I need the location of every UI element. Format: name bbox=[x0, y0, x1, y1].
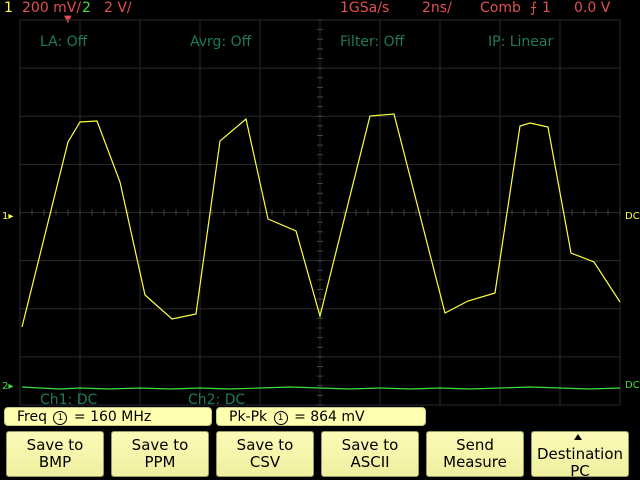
ch1-scale[interactable]: 200 mV/ bbox=[22, 0, 81, 17]
ch2-ground-label: 2 bbox=[2, 381, 9, 392]
ch1-number: 1 bbox=[4, 0, 13, 16]
ch2-scale[interactable]: 2 V/ bbox=[104, 0, 132, 17]
ch2-trace bbox=[21, 386, 621, 390]
softkey-line2: PC bbox=[570, 461, 590, 480]
ch1-coupling: Ch1: DC bbox=[40, 392, 98, 408]
ch2-right-label: DC bbox=[625, 380, 640, 391]
pkpk-measurement[interactable]: Pk-Pk 1 = 864 mV bbox=[216, 407, 426, 426]
timebase[interactable]: 2ns/ bbox=[422, 0, 452, 17]
ch1-right-label: DC bbox=[625, 211, 640, 222]
save-csv-button[interactable]: Save to CSV bbox=[216, 431, 314, 477]
waveform-display[interactable]: LA: Off Avrg: Off Filter: Off IP: Linear… bbox=[0, 17, 640, 408]
ch1-ground-label: 1 bbox=[2, 211, 9, 222]
up-triangle-icon bbox=[574, 433, 582, 440]
softkey-line1: Send bbox=[456, 436, 494, 454]
status-bar: 1 200 mV/ 2 2 V/ 1GSa/s 2ns/ Comb ⨍ 1 0.… bbox=[0, 0, 640, 17]
la-status: LA: Off bbox=[40, 34, 88, 50]
ch2-right-marker: DC bbox=[625, 381, 640, 391]
softkey-line2: ASCII bbox=[350, 453, 390, 471]
softkey-line1: Save to bbox=[341, 436, 399, 454]
ch1-circle-icon: 1 bbox=[53, 411, 68, 425]
softkey-line2: CSV bbox=[249, 453, 281, 471]
waveform-traces bbox=[21, 113, 621, 390]
trigger-level[interactable]: 0.0 V bbox=[574, 0, 610, 17]
pkpk-value: = 864 mV bbox=[294, 409, 365, 425]
save-ascii-button[interactable]: Save to ASCII bbox=[321, 431, 419, 477]
save-ppm-button[interactable]: Save to PPM bbox=[111, 431, 209, 477]
softkey-line1: Save to bbox=[236, 436, 294, 454]
softkey-line1-text: Destination bbox=[536, 444, 624, 463]
trigger-edge-icon: ⨍ bbox=[530, 0, 538, 16]
filter-status: Filter: Off bbox=[340, 34, 405, 50]
freq-measurement[interactable]: Freq 1 = 160 MHz bbox=[4, 407, 212, 426]
avrg-status: Avrg: Off bbox=[190, 34, 252, 50]
ch1-right-marker: DC bbox=[625, 212, 640, 222]
trigger-source: 1 bbox=[542, 0, 551, 16]
ch1-ground-marker[interactable]: 1▸ bbox=[2, 212, 13, 222]
save-bmp-button[interactable]: Save to BMP bbox=[6, 431, 104, 477]
trigger-mode[interactable]: Comb bbox=[480, 0, 521, 17]
softkey-line1: Destination bbox=[532, 429, 628, 463]
ch2-coupling: Ch2: DC bbox=[188, 392, 246, 408]
softkey-line2: Measure bbox=[443, 453, 507, 471]
freq-label: Freq bbox=[17, 409, 47, 425]
freq-value: = 160 MHz bbox=[73, 409, 152, 425]
softkey-bar: Save to BMP Save to PPM Save to CSV Save… bbox=[6, 429, 640, 480]
softkey-line2: BMP bbox=[38, 453, 72, 471]
softkey-line1: Save to bbox=[26, 436, 84, 454]
sample-rate: 1GSa/s bbox=[340, 0, 390, 16]
ch1-circle-icon: 1 bbox=[273, 411, 288, 425]
pkpk-label: Pk-Pk bbox=[229, 409, 268, 425]
ch2-number: 2 bbox=[82, 0, 91, 16]
send-measure-button[interactable]: Send Measure bbox=[426, 431, 524, 477]
destination-pc-button[interactable]: Destination PC bbox=[531, 429, 629, 480]
softkey-line1: Save to bbox=[131, 436, 189, 454]
ch2-ground-marker[interactable]: 2▸ bbox=[2, 382, 13, 392]
ch1-trace bbox=[21, 113, 621, 328]
softkey-line2: PPM bbox=[144, 453, 176, 471]
ip-status: IP: Linear bbox=[488, 34, 554, 50]
